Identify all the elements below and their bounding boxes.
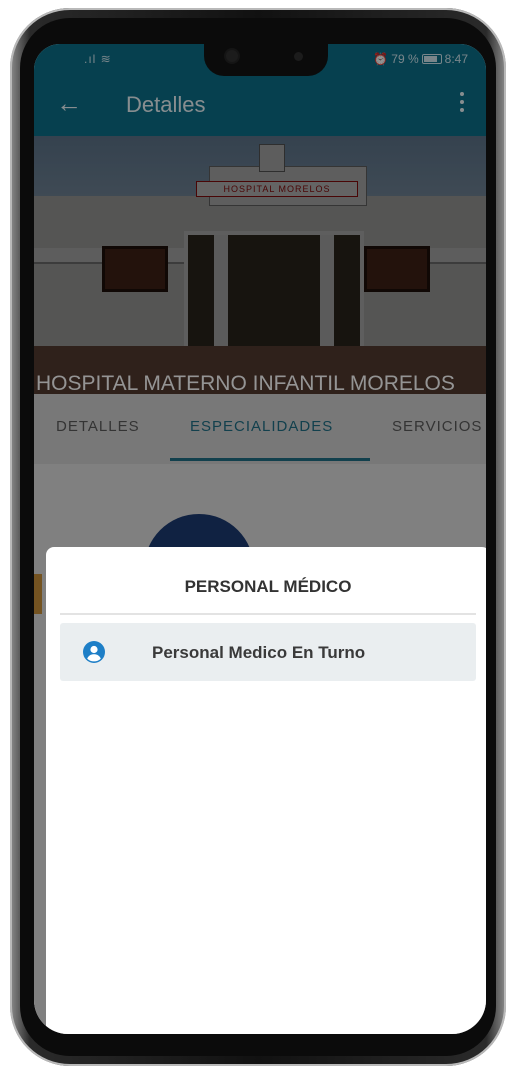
sensor-icon <box>294 52 303 61</box>
sheet-title: PERSONAL MÉDICO <box>184 577 352 596</box>
front-camera-icon <box>226 50 238 62</box>
app-screen: .ıl ≋ ⏰ 79 % 8:47 ← Detalles HOSPITAL MO… <box>34 44 486 1034</box>
sheet-item-personal-medico[interactable]: Personal Medico En Turno <box>60 623 476 681</box>
bottom-sheet: PERSONAL MÉDICO Personal Medico En Turno <box>46 547 486 1034</box>
camera-notch <box>204 44 328 76</box>
sheet-divider <box>60 613 476 615</box>
sheet-item-label: Personal Medico En Turno <box>152 643 366 662</box>
user-circle-icon <box>83 641 105 663</box>
